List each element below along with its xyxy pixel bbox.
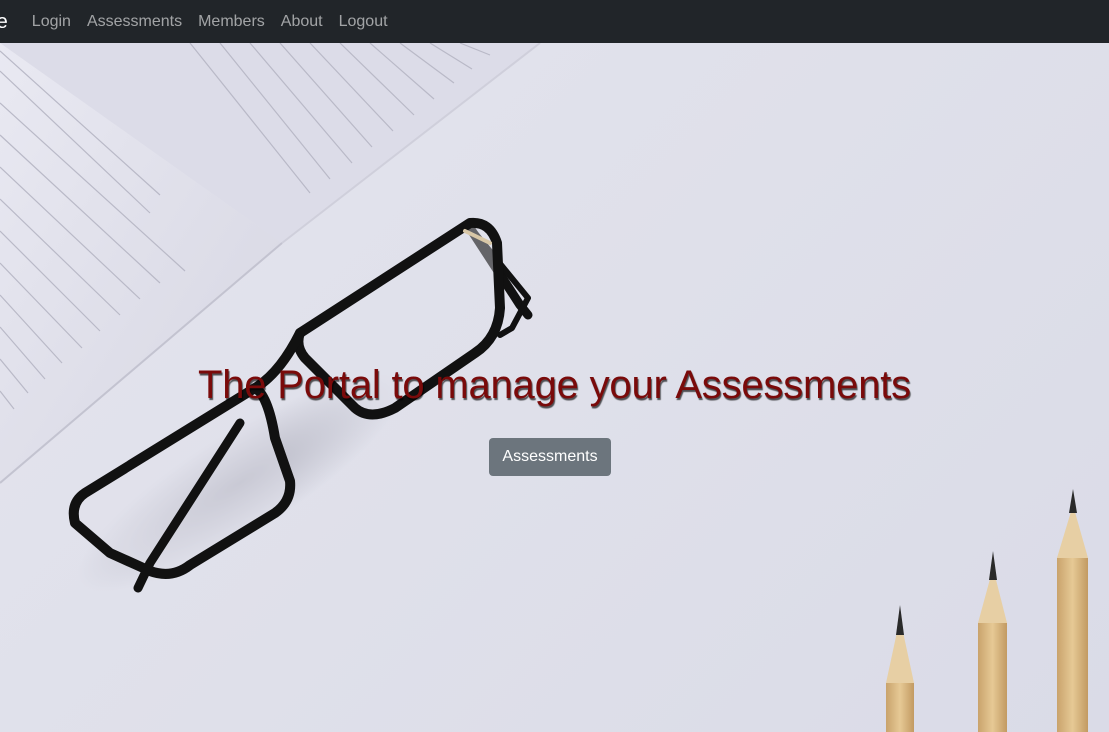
nav-link-login[interactable]: Login <box>32 12 71 32</box>
navbar: me Login Assessments Members About Logou… <box>0 0 1109 43</box>
brand-link[interactable]: me <box>0 12 8 32</box>
hero-section: The Portal to manage your Assessments As… <box>0 43 1109 732</box>
hero-title: The Portal to manage your Assessments <box>198 363 911 407</box>
nav-link-assessments[interactable]: Assessments <box>87 12 182 32</box>
nav-link-about[interactable]: About <box>281 12 323 32</box>
page: me Login Assessments Members About Logou… <box>0 0 1109 732</box>
nav-link-logout[interactable]: Logout <box>339 12 388 32</box>
nav-link-members[interactable]: Members <box>198 12 265 32</box>
assessments-button[interactable]: Assessments <box>489 438 611 476</box>
pencils <box>886 489 1088 732</box>
